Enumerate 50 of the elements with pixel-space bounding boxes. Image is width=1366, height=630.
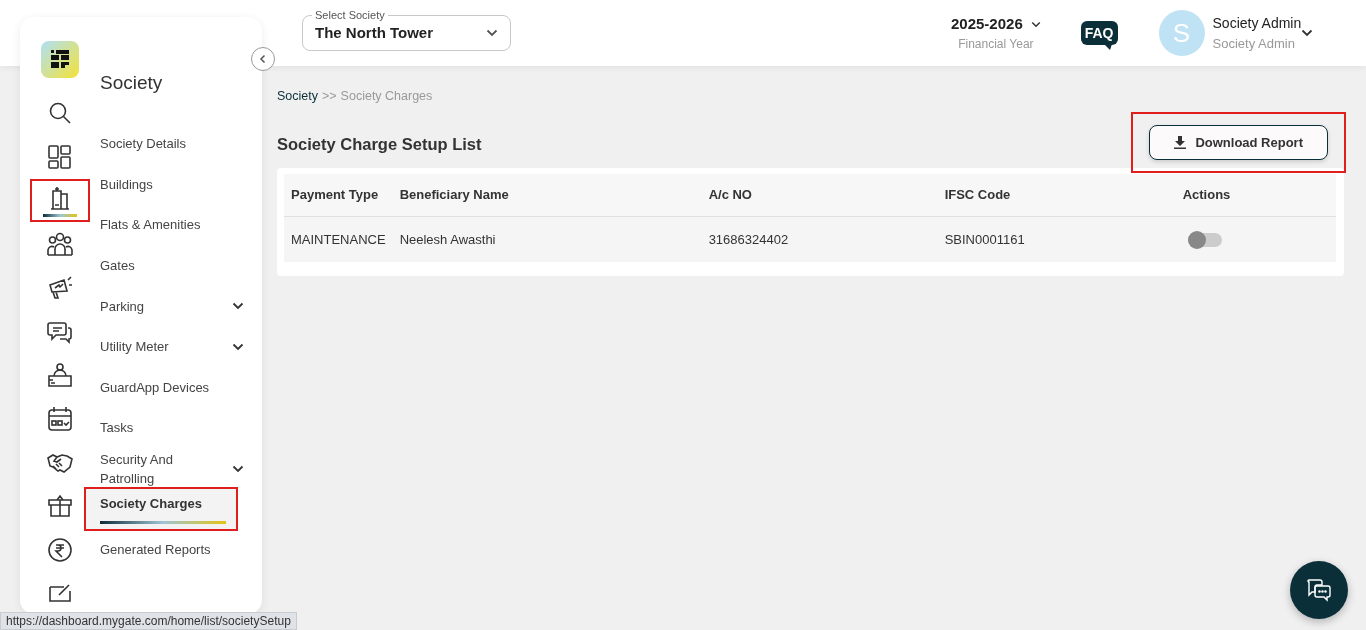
box-icon [47,493,73,520]
status-toggle[interactable] [1187,233,1222,248]
sidebar-menu-item[interactable]: Tasks [100,407,244,449]
rupee-icon [47,537,73,564]
chevron-down-icon[interactable] [1030,20,1041,28]
megaphone-icon [47,274,73,301]
breadcrumb-separator: >> [322,89,337,103]
chevron-left-icon [258,54,268,64]
sidebar-menu-item[interactable]: Flats & Amenities [100,204,244,246]
dashboard-grid-icon [47,143,73,170]
sidebar-menu-item[interactable]: Parking [100,285,244,327]
sidebar-menu-item[interactable]: GuardApp Devices [100,367,244,408]
table-cell: SBIN0001161 [937,216,1176,263]
column-header: Actions [1175,174,1336,217]
building-nav-button[interactable] [31,180,89,221]
calendar-icon [47,405,73,432]
user-role: Society Admin [1212,34,1296,53]
table-cell: Neelesh Awasthi [392,216,702,263]
sidebar-menu-item[interactable]: Generated Reports [100,529,244,571]
table-cell: MAINTENANCE [284,216,393,263]
status-url: https://dashboard.mygate.com/home/list/societySetup [0,612,297,630]
sidebar-menu-item[interactable]: Buildings [100,164,244,205]
sidebar-menu-item[interactable]: Security And Patrolling [100,448,244,489]
year-select[interactable]: 2025-2026 [951,12,1023,36]
sidebar-menu-item[interactable]: Gates [100,245,244,286]
chevron-down-icon [486,29,498,37]
chat-bubbles-icon [1306,578,1332,602]
faq-button[interactable]: FAQ [1080,21,1118,45]
section-title: Society [100,71,163,95]
column-header: Payment Type [284,174,393,217]
breadcrumb-link[interactable]: Society [277,89,318,103]
people-icon [47,231,73,258]
reception-desk-icon [47,362,73,389]
column-header: Beneficiary Name [392,174,702,217]
user-avatar: S [1158,10,1205,56]
user-name: Society Admin [1212,13,1302,33]
year-caption: Financial Year [957,36,1035,54]
table-cell: 31686324402 [701,216,938,263]
download-icon [1174,136,1187,149]
page-title: Society Charge Setup List [277,134,482,156]
download-report-button[interactable]: Download Report [1149,124,1328,161]
chat-button[interactable] [1290,561,1348,619]
sidebar-menu-item[interactable]: Society Details [100,123,244,165]
column-header: IFSC Code [937,174,1176,217]
app-logo [41,41,79,78]
sidebar-menu-item[interactable]: Utility Meter [100,326,244,368]
breadcrumb-current: Society Charges [340,89,433,103]
sidebar-menu-item[interactable]: Society Charges [86,488,236,530]
column-header: A/c NO [701,174,938,217]
chevron-down-icon[interactable] [1301,29,1314,37]
